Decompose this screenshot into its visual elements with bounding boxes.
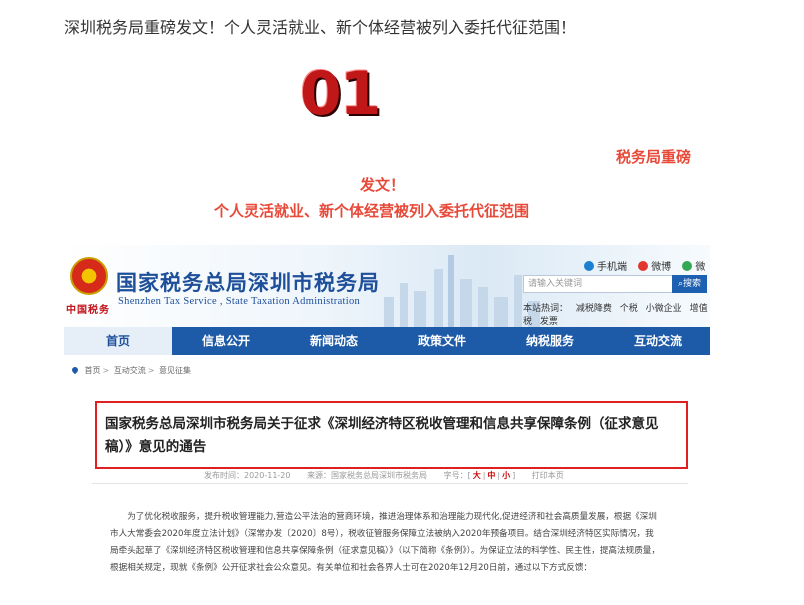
font-size-large[interactable]: 大 (473, 471, 481, 480)
print-link[interactable]: 打印本页 (532, 471, 564, 480)
emblem-text: 中国税务 (66, 305, 110, 316)
nav-tax-service[interactable]: 纳税服务 (496, 327, 604, 355)
search-button-label: 搜索 (683, 279, 702, 289)
red-line-2: 发文！ (360, 176, 406, 194)
article-date: 发布时间：2020-11-20 (204, 471, 291, 480)
search-input[interactable]: 请输入关键词 (523, 275, 679, 293)
font-size-control: 字号：[大 | 中 | 小] (443, 471, 516, 480)
tax-emblem-icon (70, 257, 108, 295)
big-number-01: 01 (300, 59, 382, 129)
hot-words-label: 本站热词： (523, 304, 569, 314)
article-body: 为了优化税收服务，提升税收管理能力,营造公平法治的营商环境，推进治理体系和治理能… (110, 509, 662, 577)
article-source: 来源：国家税务总局深圳市税务局 (307, 471, 428, 480)
wechat-icon (682, 261, 693, 271)
site-banner: 中国税务 国家税务总局深圳市税务局 Shenzhen Tax Service ,… (64, 245, 710, 327)
hot-word[interactable]: 减税降费 (576, 304, 612, 314)
breadcrumb: 首页 > 互动交流 > 意见征集 (70, 365, 191, 376)
breadcrumb-interaction[interactable]: 互动交流 (114, 366, 146, 375)
red-line-1: 税务局重磅 (616, 148, 692, 166)
nav-home[interactable]: 首页 (64, 327, 172, 355)
website-screenshot: 中国税务 国家税务总局深圳市税务局 Shenzhen Tax Service ,… (64, 245, 710, 605)
red-line-3: 个人灵活就业、新个体经营被列入委托代征范围 (214, 202, 530, 220)
nav-interaction[interactable]: 互动交流 (604, 327, 710, 355)
headline: 深圳税务局重磅发文！个人灵活就业、新个体经营被列入委托代征范围！ (64, 18, 577, 37)
nav-info-public[interactable]: 信息公开 (172, 327, 280, 355)
hot-word[interactable]: 个税 (620, 304, 638, 314)
nav-news[interactable]: 新闻动态 (280, 327, 388, 355)
search-button[interactable]: ⌕搜索 (672, 275, 707, 293)
font-size-label: 字号： (443, 471, 468, 480)
divider (92, 483, 688, 484)
top-link-weibo[interactable]: 微博 (638, 261, 671, 273)
font-size-medium[interactable]: 中 (487, 471, 495, 480)
article-title: 国家税务总局深圳市税务局关于征求《深圳经济特区税收管理和信息共享保障条例（征求意… (105, 416, 659, 455)
site-subtitle: Shenzhen Tax Service , State Taxation Ad… (118, 296, 361, 307)
site-title[interactable]: 国家税务总局深圳市税务局 (116, 267, 380, 297)
hot-words: 本站热词： 减税降费 个税 小微企业 增值税 发票 (523, 301, 710, 327)
mobile-icon (584, 261, 594, 271)
article-meta: 发布时间：2020-11-20 来源：国家税务总局深圳市税务局 字号：[大 | 中 |… (204, 470, 578, 481)
location-pin-icon (70, 365, 80, 375)
hot-word[interactable]: 发票 (540, 317, 558, 327)
top-link-mobile[interactable]: 手机端 (584, 261, 627, 273)
nav-policy[interactable]: 政策文件 (388, 327, 496, 355)
weibo-icon (638, 261, 649, 271)
font-size-small[interactable]: 小 (502, 471, 510, 480)
hot-word[interactable]: 小微企业 (646, 304, 682, 314)
breadcrumb-home[interactable]: 首页 (85, 366, 101, 375)
main-nav: 首页 信息公开 新闻动态 政策文件 纳税服务 互动交流 (64, 327, 710, 355)
breadcrumb-opinion[interactable]: 意见征集 (159, 366, 191, 375)
article-paragraph: 为了优化税收服务，提升税收管理能力,营造公平法治的营商环境，推进治理体系和治理能… (110, 512, 660, 573)
